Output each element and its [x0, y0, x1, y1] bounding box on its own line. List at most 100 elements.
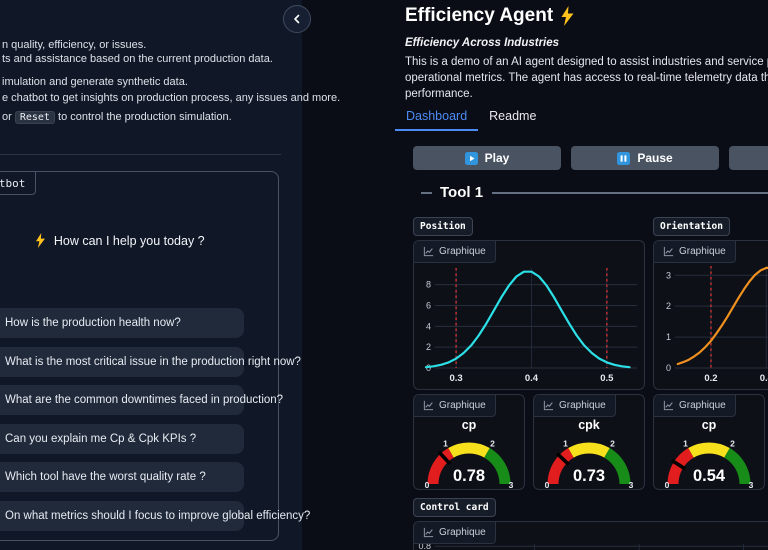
gauge-title: cpk	[578, 418, 600, 432]
chart-tab-graphique[interactable]: Graphique	[414, 395, 496, 417]
gauge-title: cp	[461, 418, 477, 432]
svg-text:0.54: 0.54	[693, 467, 726, 485]
svg-text:8: 8	[426, 280, 431, 290]
intro-text: to control the production simulation.	[58, 111, 232, 123]
suggestion-pill[interactable]: Which tool have the worst quality rate ?	[0, 462, 244, 492]
position-chart-card: Graphique 0.3 0.4 0.5 0 2 4 6 8	[413, 240, 645, 390]
sidebar-intro-line: e chatbot to get insights on production …	[2, 92, 341, 104]
svg-text:2: 2	[730, 438, 735, 448]
intro-text: or	[2, 111, 12, 123]
svg-text:2: 2	[426, 342, 431, 352]
sidebar-intro-line: ts and assistance based on the current p…	[2, 53, 273, 65]
lightning-icon	[36, 233, 46, 248]
chart-tab-graphique[interactable]: Graphique	[654, 241, 736, 263]
svg-text:1: 1	[666, 332, 671, 342]
page-title-text: Efficiency Agent	[405, 5, 554, 26]
orientation-chart-card: Graphique 0.20.40.60123	[653, 240, 768, 390]
control-chart-card: Graphique 0.20.40.60.8	[413, 521, 768, 550]
svg-text:0.4: 0.4	[525, 373, 539, 384]
svg-text:3: 3	[629, 480, 634, 490]
chart-tab-label: Graphique	[439, 527, 486, 538]
svg-text:0: 0	[666, 363, 671, 373]
suggestion-pill[interactable]: What is the most critical issue in the p…	[0, 347, 301, 377]
pause-icon	[617, 151, 631, 165]
svg-text:0.4: 0.4	[760, 373, 768, 384]
page-subtitle: Efficiency Across Industries	[405, 37, 560, 49]
orientation-chart: 0.20.40.60123	[658, 263, 768, 390]
play-button-label: Play	[484, 151, 510, 165]
chart-icon	[423, 400, 434, 411]
control-chart: 0.20.40.60.8	[418, 541, 768, 550]
reset-button[interactable]	[729, 146, 768, 170]
sidebar-intro-line: imulation and generate synthetic data.	[2, 76, 188, 88]
lightning-icon	[561, 6, 574, 26]
cpk-gauge-card: Graphique cpk 0 1 2 3 0.73	[533, 394, 645, 490]
svg-text:0.2: 0.2	[704, 373, 717, 384]
svg-text:0: 0	[665, 480, 670, 490]
suggestion-pill[interactable]: Can you explain me Cp & Cpk KPIs ?	[0, 424, 244, 454]
pause-button[interactable]: Pause	[571, 146, 719, 170]
play-button[interactable]: Play	[413, 146, 561, 170]
description-line: operational metrics. The agent has acces…	[405, 72, 768, 84]
chart-icon	[663, 400, 674, 411]
control-card-label: Control card	[413, 498, 496, 517]
svg-text:1: 1	[443, 438, 448, 448]
svg-text:2: 2	[666, 301, 671, 311]
svg-text:1: 1	[563, 438, 568, 448]
svg-text:0.3: 0.3	[449, 373, 462, 384]
svg-text:0: 0	[425, 480, 430, 490]
page-title: Efficiency Agent	[405, 5, 575, 27]
svg-text:0: 0	[545, 480, 550, 490]
cp2-gauge: 0 1 2 3 0.54	[659, 432, 759, 490]
main-tabs: Dashboard Readme	[395, 104, 547, 131]
app-root: Efficiency Agent Efficiency Across Indus…	[0, 0, 768, 550]
suggestion-pill[interactable]: What are the common downtimes faced in p…	[0, 385, 283, 415]
chart-tab-graphique[interactable]: Graphique	[414, 522, 496, 544]
tab-dashboard[interactable]: Dashboard	[395, 104, 479, 131]
chat-welcome-text: How can I help you today ?	[53, 234, 205, 248]
reset-code-chip: Reset	[14, 111, 55, 124]
gauge-title: cp	[701, 418, 717, 432]
sidebar-intro-line: n quality, efficiency, or issues.	[2, 39, 147, 51]
chart-icon	[663, 246, 674, 257]
svg-text:2: 2	[610, 438, 615, 448]
tab-readme[interactable]: Readme	[478, 104, 547, 131]
chart-tab-graphique[interactable]: Graphique	[534, 395, 616, 417]
position-chart: 0.3 0.4 0.5 0 2 4 6 8	[418, 263, 642, 390]
position-label: Position	[413, 217, 473, 236]
chatbot-tab: Chatbot	[0, 171, 37, 195]
chart-tab-graphique[interactable]: Graphique	[654, 395, 736, 417]
svg-text:3: 3	[666, 270, 671, 280]
cp2-gauge-card: Graphique cp 0 1 2 3 0.54	[653, 394, 765, 490]
orientation-label: Orientation	[653, 217, 730, 236]
suggestion-pill[interactable]: How is the production health now?	[0, 308, 244, 338]
chat-welcome-message: How can I help you today ?	[0, 233, 277, 248]
cp-gauge: 0 1 2 3 0.78	[419, 432, 519, 490]
tool-header-dash	[421, 191, 432, 194]
svg-text:3: 3	[509, 480, 514, 490]
chart-tab-label: Graphique	[679, 400, 726, 411]
sidebar-intro-line: or Reset to control the production simul…	[2, 111, 232, 124]
cpk-gauge: 0 1 2 3 0.73	[539, 432, 639, 490]
chart-tab-label: Graphique	[559, 400, 606, 411]
cp-gauge-card: Graphique cp 0 1 2 3 0.78	[413, 394, 525, 490]
description-line: performance.	[405, 88, 473, 100]
sidebar-divider	[0, 154, 281, 155]
svg-text:4: 4	[426, 321, 431, 331]
play-icon	[464, 151, 478, 165]
chat-sidebar: n quality, efficiency, or issues. ts and…	[0, 0, 340, 550]
chart-icon	[543, 400, 554, 411]
svg-text:0.5: 0.5	[600, 373, 614, 384]
description-line: This is a demo of an AI agent designed t…	[405, 56, 768, 68]
suggestion-pill[interactable]: On what metrics should I focus to improv…	[0, 501, 310, 531]
tool-header-rule	[492, 191, 768, 194]
chevron-left-icon	[294, 14, 300, 24]
tool-section-header: Tool 1	[421, 184, 768, 201]
chart-tab-graphique[interactable]: Graphique	[414, 241, 496, 263]
pause-button-label: Pause	[637, 151, 673, 165]
svg-text:0.78: 0.78	[453, 467, 485, 485]
svg-text:6: 6	[426, 301, 431, 311]
sidebar-collapse-button[interactable]	[283, 5, 311, 33]
svg-text:2: 2	[490, 438, 495, 448]
chart-icon	[423, 527, 434, 538]
